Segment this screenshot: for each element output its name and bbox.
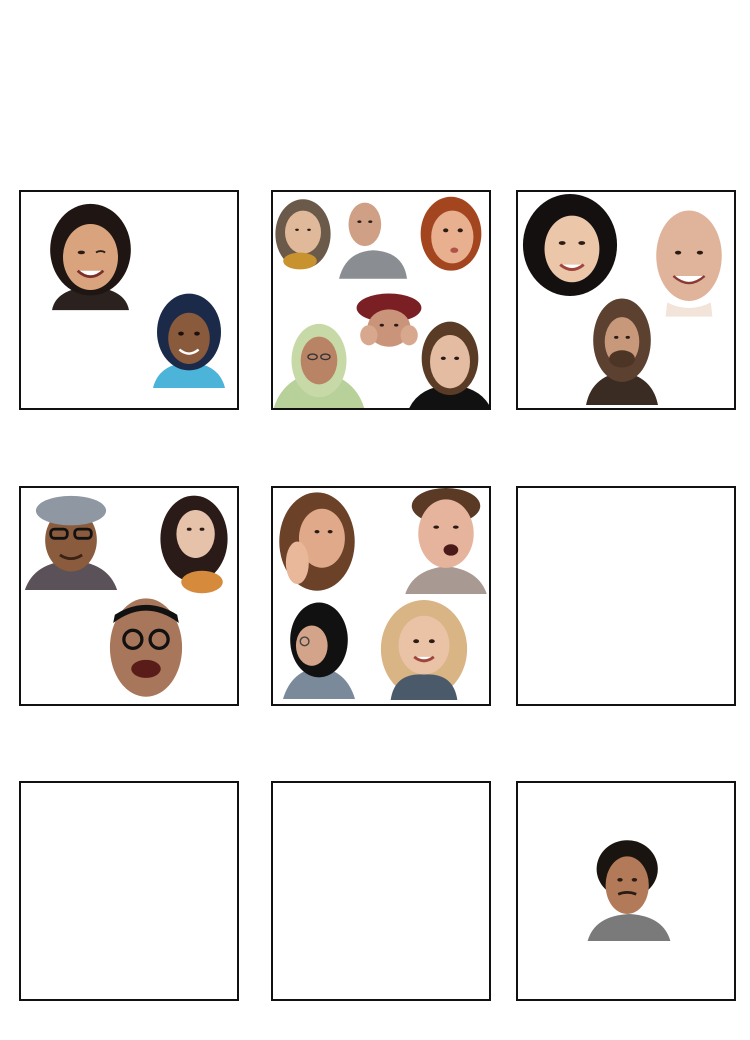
face-woman-long-black-hair: [521, 194, 619, 296]
face-woman-blonde-scarf: [371, 600, 477, 700]
face-woman-hands-clasped: [276, 492, 358, 596]
face-man-gray-cap-glasses: [24, 494, 118, 590]
photo-frame-9: [516, 781, 736, 1001]
photo-frame-4: [19, 486, 239, 706]
photo-frame-7: [19, 781, 239, 1001]
face-woman-eating-pizza: [154, 494, 234, 598]
face-woman-dark-hair: [38, 202, 143, 312]
face-woman-red-hair: [418, 192, 484, 282]
photo-frame-1: [19, 190, 239, 410]
face-man-glasses-laughing: [105, 598, 187, 702]
face-woman-brown-hair: [408, 320, 489, 408]
face-woman-with-food: [273, 192, 333, 282]
face-man-curly-hair-mustache: [584, 833, 674, 941]
face-man-bald-smiling: [650, 204, 728, 320]
photo-frame-8: [271, 781, 491, 1001]
photo-frame-2: [271, 190, 491, 410]
face-man-long-hair-beard: [586, 296, 658, 406]
face-woman-headscarf: [149, 284, 229, 396]
face-woman-green-hijab: [273, 322, 365, 408]
face-man-bald-gray-shirt: [339, 195, 407, 281]
photo-frame-6: [516, 486, 736, 706]
photo-frame-3: [516, 190, 736, 410]
face-woman-glasses-looking-down: [283, 600, 355, 700]
photo-frame-5: [271, 486, 491, 706]
face-man-shouting: [405, 488, 487, 594]
